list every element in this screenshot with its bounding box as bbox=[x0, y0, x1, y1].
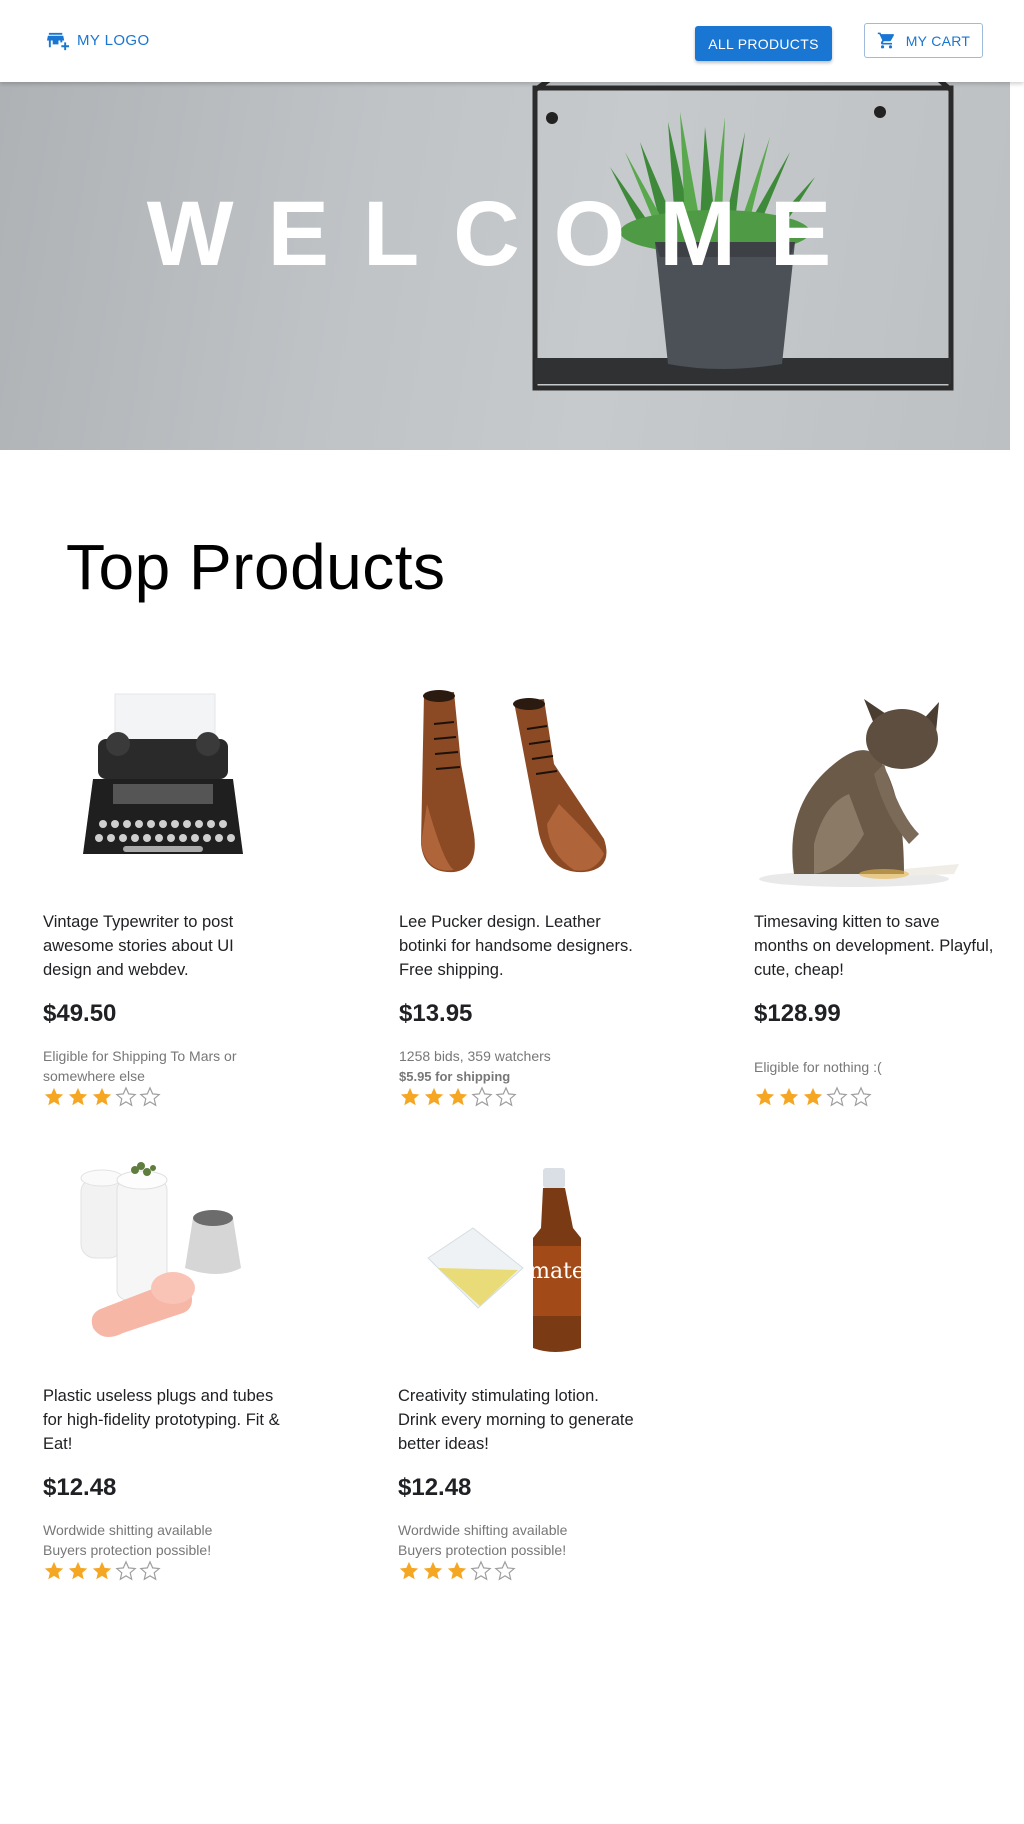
product-note-line: Wordwide shitting available bbox=[43, 1522, 213, 1538]
star-filled-icon[interactable] bbox=[422, 1560, 444, 1582]
star-filled-icon[interactable] bbox=[398, 1560, 420, 1582]
product-image-kitten bbox=[759, 699, 959, 887]
product-image-typewriter bbox=[83, 693, 243, 854]
rating-stars[interactable] bbox=[398, 1560, 516, 1582]
product-note-line: Wordwide shifting available bbox=[398, 1522, 568, 1538]
product-price: $12.48 bbox=[398, 1474, 472, 1501]
product-note-line: Buyers protection possible! bbox=[398, 1542, 567, 1558]
product-price: $13.95 bbox=[399, 1000, 473, 1027]
star-empty-icon[interactable] bbox=[115, 1560, 137, 1582]
rating-stars[interactable] bbox=[43, 1560, 161, 1582]
star-filled-icon[interactable] bbox=[754, 1086, 776, 1108]
star-filled-icon[interactable] bbox=[399, 1086, 421, 1108]
star-filled-icon[interactable] bbox=[446, 1560, 468, 1582]
product-image-boots bbox=[421, 690, 607, 873]
product-note: Wordwide shifting available Buyers prote… bbox=[398, 1520, 658, 1560]
store-icon bbox=[46, 32, 69, 51]
star-filled-icon[interactable] bbox=[802, 1086, 824, 1108]
my-cart-label: MY CART bbox=[905, 32, 971, 49]
product-price: $49.50 bbox=[43, 1000, 117, 1027]
logo-link[interactable]: MY LOGO bbox=[46, 29, 150, 52]
product-shipping-note: $5.95 for shipping bbox=[399, 1069, 511, 1084]
product-image-bottle: mate bbox=[427, 1168, 585, 1352]
bottle-label-text: mate bbox=[529, 1259, 585, 1284]
product-note-line: Buyers protection possible! bbox=[43, 1542, 212, 1558]
product-title[interactable]: Vintage Typewriter to post awesome stori… bbox=[43, 910, 283, 982]
product-note-line: Eligible for Shipping To Mars or somewhe… bbox=[43, 1048, 237, 1084]
product-price: $12.48 bbox=[43, 1474, 117, 1501]
product-title[interactable]: Timesaving kitten to save months on deve… bbox=[754, 910, 994, 982]
product-title[interactable]: Creativity stimulating lotion. Drink eve… bbox=[398, 1384, 638, 1456]
star-filled-icon[interactable] bbox=[447, 1086, 469, 1108]
rating-stars[interactable] bbox=[754, 1086, 872, 1108]
product-image-plugs bbox=[80, 1162, 241, 1337]
product-note: Eligible for nothing :( bbox=[754, 1057, 1014, 1077]
product-note: 1258 bids, 359 watchers $5.95 for shippi… bbox=[399, 1046, 659, 1087]
product-note-line: 1258 bids, 359 watchers bbox=[399, 1048, 551, 1064]
star-filled-icon[interactable] bbox=[67, 1086, 89, 1108]
product-note: Eligible for Shipping To Mars or somewhe… bbox=[43, 1046, 303, 1086]
star-filled-icon[interactable] bbox=[91, 1086, 113, 1108]
product-price: $128.99 bbox=[754, 1000, 841, 1027]
my-cart-button[interactable]: MY CART bbox=[864, 23, 983, 58]
star-empty-icon[interactable] bbox=[494, 1560, 516, 1582]
logo-label: MY LOGO bbox=[77, 32, 150, 49]
product-title[interactable]: Plastic useless plugs and tubes for high… bbox=[43, 1384, 283, 1456]
star-filled-icon[interactable] bbox=[67, 1560, 89, 1582]
rating-stars[interactable] bbox=[43, 1086, 161, 1108]
star-filled-icon[interactable] bbox=[423, 1086, 445, 1108]
star-empty-icon[interactable] bbox=[470, 1560, 492, 1582]
star-empty-icon[interactable] bbox=[139, 1560, 161, 1582]
product-note: Wordwide shitting available Buyers prote… bbox=[43, 1520, 303, 1560]
star-filled-icon[interactable] bbox=[43, 1560, 65, 1582]
star-empty-icon[interactable] bbox=[495, 1086, 517, 1108]
star-filled-icon[interactable] bbox=[778, 1086, 800, 1108]
section-title: Top Products bbox=[66, 531, 446, 603]
star-empty-icon[interactable] bbox=[139, 1086, 161, 1108]
product-note-line: Eligible for nothing :( bbox=[754, 1059, 882, 1075]
star-filled-icon[interactable] bbox=[91, 1560, 113, 1582]
star-empty-icon[interactable] bbox=[115, 1086, 137, 1108]
all-products-button[interactable]: ALL PRODUCTS bbox=[695, 26, 832, 61]
star-empty-icon[interactable] bbox=[850, 1086, 872, 1108]
top-app-bar: MY LOGO ALL PRODUCTS MY CART bbox=[0, 0, 1024, 82]
star-empty-icon[interactable] bbox=[471, 1086, 493, 1108]
hero-banner: WELCOME bbox=[0, 82, 1010, 450]
shopping-cart-icon bbox=[877, 32, 894, 49]
product-title[interactable]: Lee Pucker design. Leather botinki for h… bbox=[399, 910, 639, 982]
star-empty-icon[interactable] bbox=[826, 1086, 848, 1108]
star-filled-icon[interactable] bbox=[43, 1086, 65, 1108]
rating-stars[interactable] bbox=[399, 1086, 517, 1108]
hero-title: WELCOME bbox=[146, 183, 866, 285]
